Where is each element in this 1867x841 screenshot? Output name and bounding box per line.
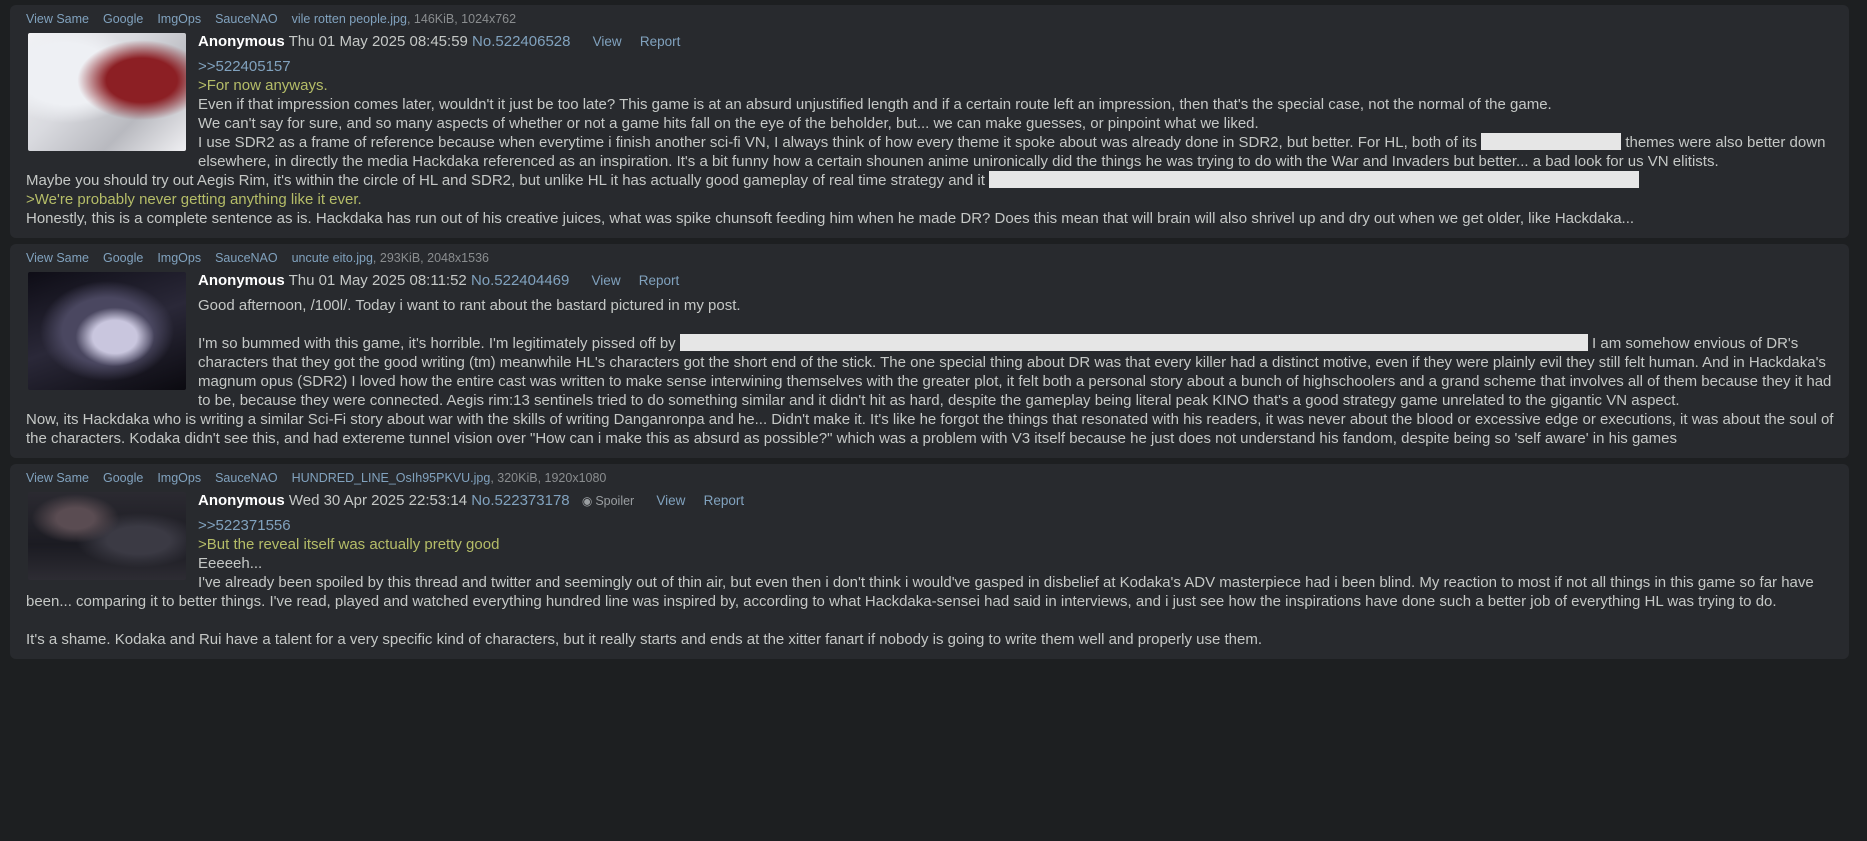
post-body: >>522371556 >But the reveal itself was a…: [26, 512, 1839, 649]
thread: View Same Google ImgOps SauceNAO vile rotten…: [0, 0, 1867, 659]
view-button[interactable]: View: [656, 493, 685, 508]
file-name-link[interactable]: vile rotten people.jpg: [292, 12, 407, 26]
post: View Same Google ImgOps SauceNAO HUNDRED_LIN…: [10, 464, 1849, 659]
view-same-link[interactable]: View Same: [26, 251, 89, 265]
post-text: I'm so bummed with this game, it's horri…: [198, 335, 676, 352]
view-same-link[interactable]: View Same: [26, 471, 89, 485]
file-meta: , 293KiB, 2048x1536: [372, 251, 489, 265]
google-link[interactable]: Google: [103, 471, 143, 485]
spoiler-text[interactable]: [1481, 133, 1622, 150]
quote-link[interactable]: >>522405157: [198, 58, 291, 75]
post-number-link[interactable]: No.522404469: [471, 272, 569, 289]
view-same-link[interactable]: View Same: [26, 12, 89, 26]
post-header: Anonymous Wed 30 Apr 2025 22:53:14 No.52…: [26, 490, 1839, 512]
view-button[interactable]: View: [592, 273, 621, 288]
view-button[interactable]: View: [593, 34, 622, 49]
post-header: Anonymous Thu 01 May 2025 08:11:52 No.52…: [26, 270, 1839, 292]
post-text: We can't say for sure, and so many aspec…: [198, 115, 1259, 132]
poster-name: Anonymous: [198, 492, 285, 509]
post-number-link[interactable]: No.522406528: [472, 33, 570, 50]
greentext: >But the reveal itself was actually pret…: [198, 536, 500, 553]
post-body: Good afternoon, /100l/. Today i want to …: [26, 292, 1839, 448]
post-text: Even if that impression comes later, wou…: [198, 96, 1552, 113]
post-text: Maybe you should try out Aegis Rim, it's…: [26, 172, 985, 189]
imgops-link[interactable]: ImgOps: [157, 471, 201, 485]
file-info-bar: View Same Google ImgOps SauceNAO uncute eito…: [26, 250, 1839, 268]
post-body: >>522405157 >For now anyways. Even if th…: [26, 53, 1839, 228]
post-text: Good afternoon, /100l/. Today i want to …: [198, 297, 741, 314]
google-link[interactable]: Google: [103, 12, 143, 26]
post-date: Thu 01 May 2025 08:11:52: [288, 272, 467, 289]
file-meta: , 146KiB, 1024x762: [406, 12, 517, 26]
file-meta: , 320KiB, 1920x1080: [490, 471, 607, 485]
post-text: Honestly, this is a complete sentence as…: [26, 210, 1635, 227]
post-date: Wed 30 Apr 2025 22:53:14: [288, 492, 468, 509]
post-number-link[interactable]: No.522373178: [471, 492, 569, 509]
poster-name: Anonymous: [198, 272, 285, 289]
file-name-link[interactable]: HUNDRED_LINE_OsIh95PKVU.jpg: [292, 471, 491, 485]
saucenao-link[interactable]: SauceNAO: [215, 251, 278, 265]
post-text: Now, its Hackdaka who is writing a simil…: [26, 411, 1834, 447]
spoiler-text[interactable]: [679, 334, 1588, 351]
poster-name: Anonymous: [198, 33, 285, 50]
imgops-link[interactable]: ImgOps: [157, 12, 201, 26]
greentext: >We're probably never getting anything l…: [26, 191, 362, 208]
saucenao-link[interactable]: SauceNAO: [215, 12, 278, 26]
post-thumbnail[interactable]: [28, 33, 186, 151]
post: View Same Google ImgOps SauceNAO vile rotten…: [10, 5, 1849, 238]
post-text: I use SDR2 as a frame of reference becau…: [198, 134, 1477, 151]
post-thumbnail[interactable]: [28, 272, 186, 390]
eye-slash-icon: ◉: [581, 494, 593, 508]
post-text: I've already been spoiled by this thread…: [26, 574, 1814, 610]
report-button[interactable]: Report: [639, 273, 680, 288]
file-info-bar: View Same Google ImgOps SauceNAO HUNDRED_LIN…: [26, 470, 1839, 488]
imgops-link[interactable]: ImgOps: [157, 251, 201, 265]
post-date: Thu 01 May 2025 08:45:59: [288, 33, 468, 50]
post: View Same Google ImgOps SauceNAO uncute eito…: [10, 244, 1849, 458]
greentext: >For now anyways.: [198, 77, 328, 94]
post-thumbnail[interactable]: [28, 492, 186, 580]
post-text: Eeeeeh...: [198, 555, 263, 572]
quote-link[interactable]: >>522371556: [198, 517, 291, 534]
post-text: It's a shame. Kodaka and Rui have a tale…: [26, 631, 1262, 648]
post-header: Anonymous Thu 01 May 2025 08:45:59 No.52…: [26, 31, 1839, 53]
file-info-bar: View Same Google ImgOps SauceNAO vile rotten…: [26, 11, 1839, 29]
report-button[interactable]: Report: [640, 34, 681, 49]
spoiler-label: Spoiler: [595, 494, 635, 508]
google-link[interactable]: Google: [103, 251, 143, 265]
report-button[interactable]: Report: [704, 493, 745, 508]
spoiler-text[interactable]: [989, 171, 1640, 188]
file-name-link[interactable]: uncute eito.jpg: [292, 251, 373, 265]
saucenao-link[interactable]: SauceNAO: [215, 471, 278, 485]
spoiler-tag: ◉ Spoiler: [582, 494, 634, 508]
